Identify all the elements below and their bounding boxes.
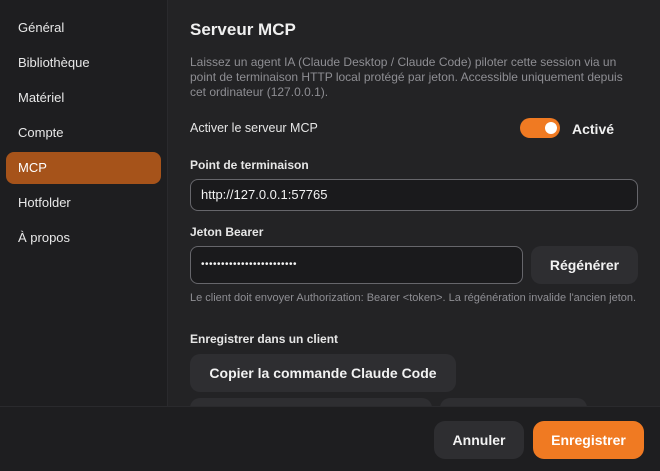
cancel-button[interactable]: Annuler <box>434 421 524 459</box>
token-label: Jeton Bearer <box>190 225 264 239</box>
enable-server-label: Activer le serveur MCP <box>190 121 318 135</box>
enable-server-toggle[interactable] <box>520 118 560 138</box>
sidebar-item-about[interactable]: À propos <box>6 222 161 254</box>
sidebar-item-mcp[interactable]: MCP <box>6 152 161 184</box>
page-title: Serveur MCP <box>190 20 296 39</box>
client-button-partial-1[interactable] <box>190 398 432 406</box>
toggle-knob <box>545 122 557 134</box>
regenerate-button[interactable]: Régénérer <box>531 246 638 284</box>
sidebar-item-general[interactable]: Général <box>6 12 161 44</box>
endpoint-field[interactable]: http://127.0.0.1:57765 <box>190 179 638 211</box>
sidebar-item-account[interactable]: Compte <box>6 117 161 149</box>
settings-sidebar: Général Bibliothèque Matériel Compte MCP… <box>0 0 168 406</box>
token-field[interactable]: •••••••••••••••••••••••• <box>190 246 523 284</box>
dialog-footer: Annuler Enregistrer <box>0 406 660 471</box>
save-button[interactable]: Enregistrer <box>533 421 644 459</box>
endpoint-label: Point de terminaison <box>190 158 309 172</box>
page-description: Laissez un agent IA (Claude Desktop / Cl… <box>190 55 623 99</box>
sidebar-item-library[interactable]: Bibliothèque <box>6 47 161 79</box>
toggle-state-label: Activé <box>572 121 615 137</box>
register-client-label: Enregistrer dans un client <box>190 332 339 346</box>
token-hint: Le client doit envoyer Authorization: Be… <box>190 292 637 304</box>
sidebar-item-hardware[interactable]: Matériel <box>6 82 161 114</box>
mcp-settings-panel: Serveur MCP Laissez un agent IA (Claude … <box>168 0 660 406</box>
client-button-partial-2[interactable] <box>440 398 587 406</box>
sidebar-item-hotfolder[interactable]: Hotfolder <box>6 187 161 219</box>
copy-claude-code-button[interactable]: Copier la commande Claude Code <box>190 354 456 392</box>
